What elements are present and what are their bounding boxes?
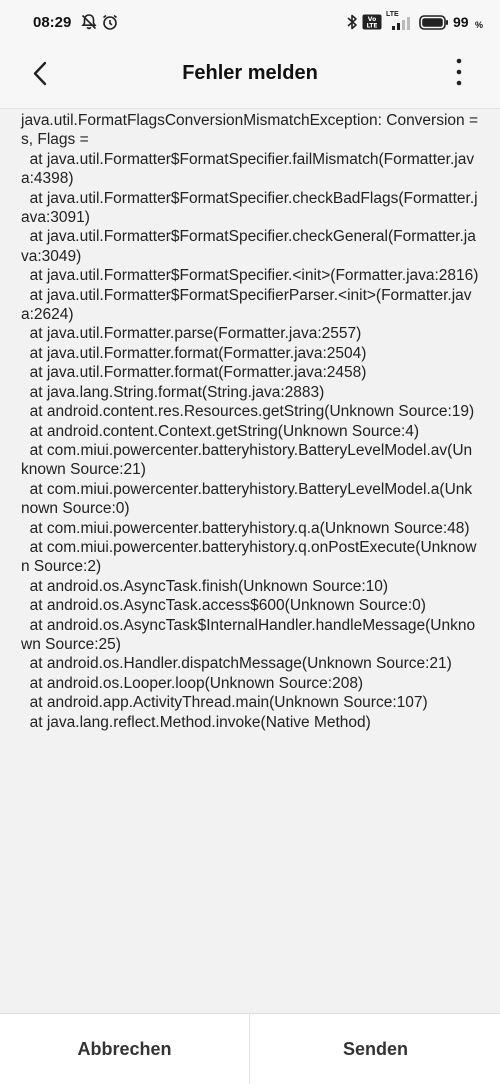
action-bar: Abbrechen Senden (0, 1013, 500, 1084)
error-log-area[interactable]: java.util.FormatFlagsConversionMismatchE… (0, 109, 500, 1013)
status-time: 08:29 (33, 14, 72, 31)
send-button[interactable]: Senden (251, 1014, 500, 1084)
volte-icon: Vo LTE (362, 14, 382, 35)
status-bar: 08:29 Vo LTE LTE 99 % (0, 0, 500, 46)
battery-percent: 99 (453, 14, 469, 30)
notifications-off-icon (80, 13, 98, 36)
cancel-button[interactable]: Abbrechen (0, 1014, 249, 1084)
action-divider (249, 1014, 250, 1084)
bluetooth-icon (345, 13, 359, 36)
battery-percent-sign: % (475, 20, 484, 30)
alarm-icon (101, 13, 119, 36)
page-title: Fehler melden (182, 62, 318, 84)
battery-icon (419, 15, 449, 35)
more-vertical-icon (444, 58, 474, 94)
stack-trace-text: java.util.FormatFlagsConversionMismatchE… (21, 112, 479, 731)
svg-text:LTE: LTE (366, 23, 377, 30)
more-options-button[interactable] (444, 54, 474, 90)
app-header: Fehler melden (0, 46, 500, 109)
signal-icon (386, 16, 414, 37)
